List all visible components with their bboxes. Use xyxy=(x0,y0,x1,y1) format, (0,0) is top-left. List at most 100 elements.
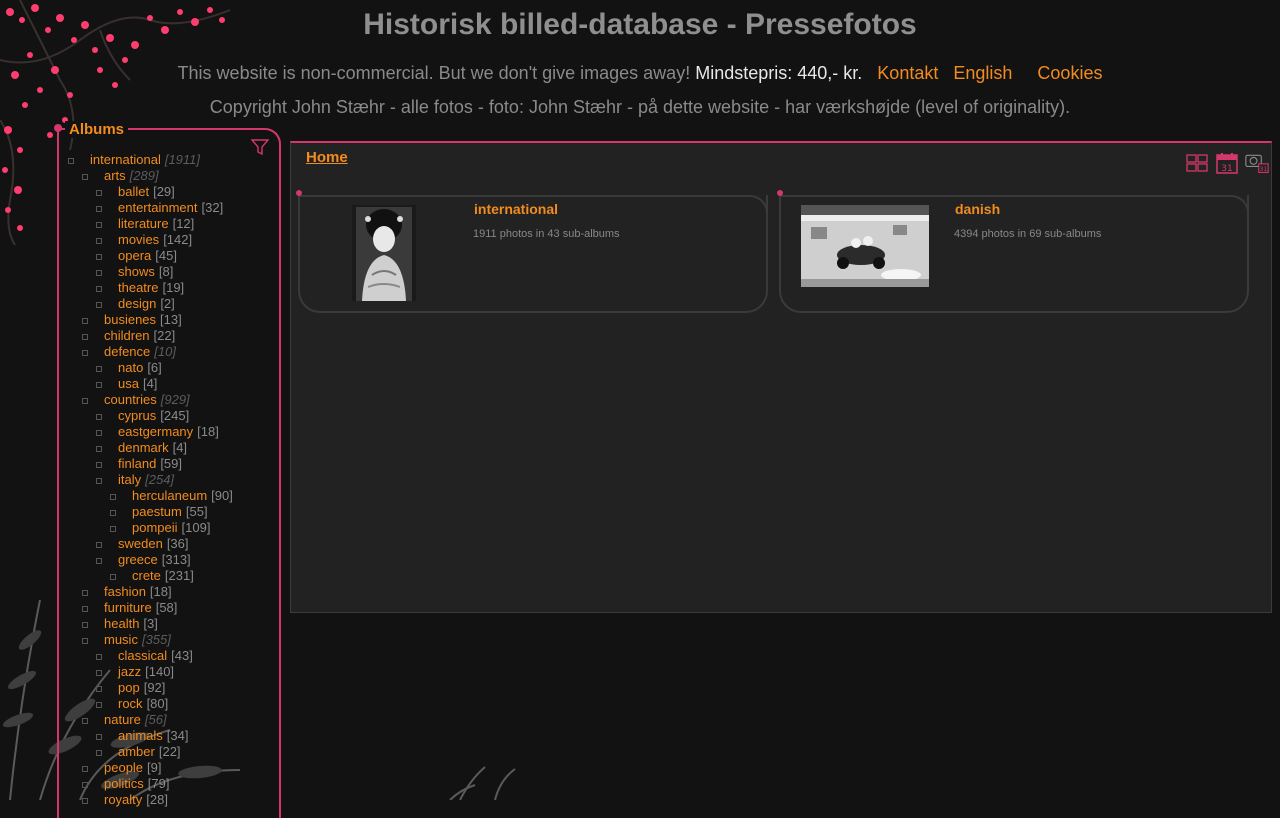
album-tree-item-nato: nato [6] xyxy=(59,360,233,376)
album-tree-item-international: international [1911] xyxy=(59,152,233,168)
album-link[interactable]: fashion xyxy=(104,584,146,599)
album-link[interactable]: international xyxy=(90,152,161,167)
album-tree-item-pompeii: pompeii [109] xyxy=(59,520,233,536)
album-link[interactable]: denmark xyxy=(118,440,169,455)
copyright-text: Copyright John Stæhr - alle fotos - foto… xyxy=(209,97,1071,117)
album-link[interactable]: italy xyxy=(118,472,141,487)
album-count: [313] xyxy=(161,552,191,567)
album-count: [45] xyxy=(155,248,177,263)
album-link[interactable]: paestum xyxy=(132,504,182,519)
album-count: [289] xyxy=(129,168,159,183)
album-link[interactable]: animals xyxy=(118,728,163,743)
album-link[interactable]: countries xyxy=(104,392,157,407)
album-tree-item-eastgermany: eastgermany [18] xyxy=(59,424,233,440)
album-tree-item-paestum: paestum [55] xyxy=(59,504,233,520)
album-link[interactable]: cyprus xyxy=(118,408,156,423)
fern-decoration xyxy=(449,766,516,800)
album-link[interactable]: eastgermany xyxy=(118,424,193,439)
album-link[interactable]: arts xyxy=(104,168,126,183)
album-link[interactable]: furniture xyxy=(104,600,152,615)
cookies-link[interactable]: Cookies xyxy=(1037,63,1102,83)
album-link[interactable]: pop xyxy=(118,680,140,695)
album-meta: 4394 photos in 69 sub-albums xyxy=(954,228,1102,240)
album-link[interactable]: busienes xyxy=(104,312,156,327)
album-tree-item-denmark: denmark [4] xyxy=(59,440,233,456)
album-link[interactable]: opera xyxy=(118,248,151,263)
album-count: [2] xyxy=(160,296,175,311)
album-link[interactable]: greece xyxy=(118,552,158,567)
album-link[interactable]: politics xyxy=(104,776,144,791)
contact-link[interactable]: Kontakt xyxy=(877,63,938,83)
album-link[interactable]: defence xyxy=(104,344,150,359)
calendar-photo-icon[interactable]: 31 xyxy=(1245,151,1269,175)
album-link[interactable]: people xyxy=(104,760,143,775)
album-tree-item-amber: amber [22] xyxy=(59,744,233,760)
album-count: [34] xyxy=(166,728,189,743)
album-count: [43] xyxy=(171,648,193,663)
thumbnails-icon[interactable] xyxy=(1185,151,1209,175)
album-link[interactable]: music xyxy=(104,632,138,647)
album-card-danish: danish 4394 photos in 69 sub-albums xyxy=(777,190,1249,313)
album-tree-item-opera: opera [45] xyxy=(59,248,233,264)
album-link[interactable]: nato xyxy=(118,360,143,375)
album-meta: 1911 photos in 43 sub-albums xyxy=(473,228,620,240)
album-link[interactable]: design xyxy=(118,296,156,311)
filter-icon[interactable] xyxy=(251,138,269,156)
calendar-icon[interactable]: 31 xyxy=(1215,151,1239,175)
price-text: Mindstepris: 440,- kr. xyxy=(695,63,863,83)
album-count: [22] xyxy=(153,328,176,343)
album-thumbnail[interactable] xyxy=(352,205,416,301)
album-title[interactable]: danish xyxy=(955,201,1000,217)
album-link[interactable]: usa xyxy=(118,376,139,391)
album-link[interactable]: pompeii xyxy=(132,520,178,535)
album-count: [80] xyxy=(146,696,169,711)
album-link[interactable]: ballet xyxy=(118,184,149,199)
album-tree-item-health: health [3] xyxy=(59,616,233,632)
album-tree-item-jazz: jazz [140] xyxy=(59,664,233,680)
album-tree-item-entertainment: entertainment [32] xyxy=(59,200,233,216)
album-tree-item-sweden: sweden [36] xyxy=(59,536,233,552)
album-link[interactable]: entertainment xyxy=(118,200,198,215)
album-link[interactable]: classical xyxy=(118,648,167,663)
album-link[interactable]: literature xyxy=(118,216,169,231)
album-count: [22] xyxy=(158,744,181,759)
album-link[interactable]: finland xyxy=(118,456,156,471)
album-count: [109] xyxy=(181,520,211,535)
album-title[interactable]: international xyxy=(474,201,558,217)
breadcrumb-home[interactable]: Home xyxy=(306,149,348,166)
english-link[interactable]: English xyxy=(953,63,1012,83)
album-tree-item-animals: animals [34] xyxy=(59,728,233,744)
album-tree-item-movies: movies [142] xyxy=(59,232,233,248)
album-tree-item-defence: defence [10] xyxy=(59,344,233,360)
album-count: [56] xyxy=(144,712,167,727)
notice-text: This website is non-commercial. But we d… xyxy=(177,63,691,83)
album-link[interactable]: theatre xyxy=(118,280,158,295)
album-link[interactable]: crete xyxy=(132,568,161,583)
album-link[interactable]: amber xyxy=(118,744,155,759)
album-tree-item-nature: nature [56] xyxy=(59,712,233,728)
album-tree-item-finland: finland [59] xyxy=(59,456,233,472)
album-tree-item-pop: pop [92] xyxy=(59,680,233,696)
album-count: [245] xyxy=(160,408,190,423)
album-count: [140] xyxy=(145,664,175,679)
album-count: [12] xyxy=(172,216,195,231)
album-link[interactable]: movies xyxy=(118,232,159,247)
album-link[interactable]: shows xyxy=(118,264,155,279)
album-count: [4] xyxy=(142,376,158,391)
album-tree-item-italy: italy [254] xyxy=(59,472,233,488)
album-tree-item-crete: crete [231] xyxy=(59,568,233,584)
album-tree-item-politics: politics [79] xyxy=(59,776,233,792)
album-link[interactable]: nature xyxy=(104,712,141,727)
album-link[interactable]: health xyxy=(104,616,139,631)
album-thumbnail[interactable] xyxy=(801,205,929,287)
album-link[interactable]: rock xyxy=(118,696,143,711)
album-link[interactable]: jazz xyxy=(118,664,141,679)
album-tree-item-literature: literature [12] xyxy=(59,216,233,232)
album-count: [142] xyxy=(163,232,193,247)
album-count: [1911] xyxy=(164,152,201,167)
album-link[interactable]: herculaneum xyxy=(132,488,207,503)
album-link[interactable]: sweden xyxy=(118,536,163,551)
album-tree-item-music: music [355] xyxy=(59,632,233,648)
album-tree-item-ballet: ballet [29] xyxy=(59,184,233,200)
album-link[interactable]: children xyxy=(104,328,150,343)
